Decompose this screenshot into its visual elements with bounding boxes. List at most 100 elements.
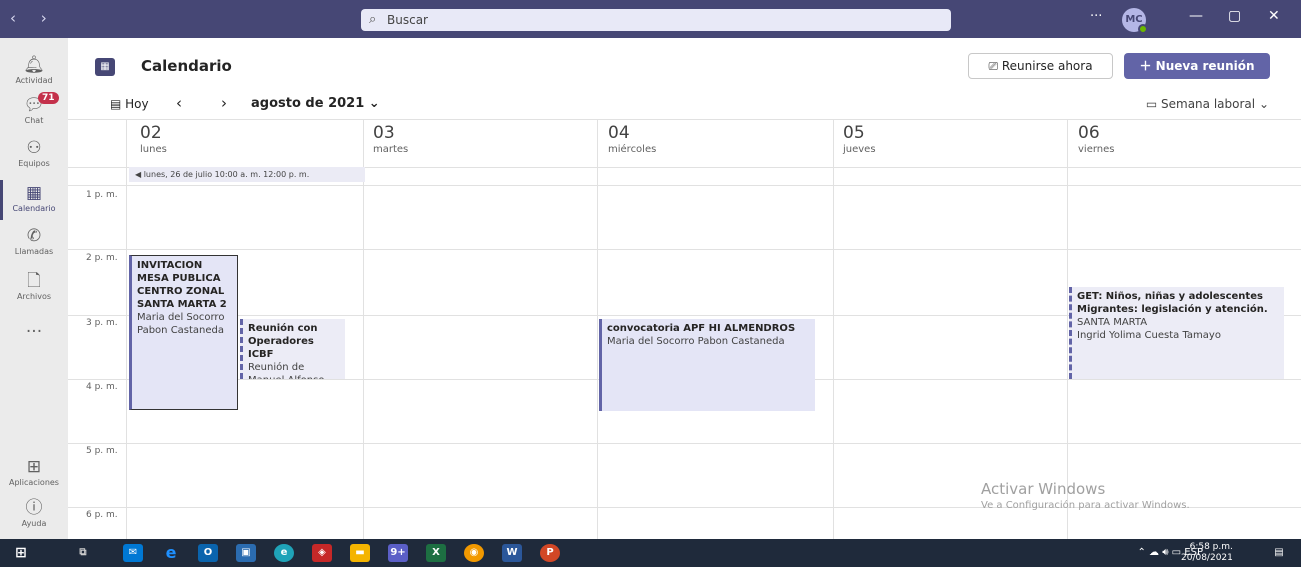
week-grid: 02 lunes 03 martes 04 miércoles 05 jueves 06… <box>68 119 1301 539</box>
rail-item-ayuda[interactable]: ⓘ Ayuda <box>0 493 68 539</box>
day-number: 04 <box>608 123 630 143</box>
watermark-subtitle: Ve a Configuración para activar Windows. <box>981 500 1190 511</box>
rail-item-more[interactable]: ... <box>0 312 68 358</box>
search-icon: ⌕ <box>369 12 377 27</box>
month-label: agosto de 2021 <box>251 96 365 111</box>
edge-icon[interactable]: e <box>274 544 294 562</box>
event-title: GET: Niños, niñas y adolescentes Migrant… <box>1077 291 1268 315</box>
event-card[interactable]: Reunión con Operadores ICBF Reunión de M… <box>240 319 345 379</box>
close-button[interactable]: ✕ <box>1268 8 1280 24</box>
day-number: 02 <box>140 123 162 143</box>
rail-label: Aplicaciones <box>9 478 59 487</box>
clock-time: 6:58 p.m. <box>1189 542 1233 552</box>
teams-icon: ⚇ <box>26 138 42 158</box>
help-icon: ⓘ <box>25 498 43 518</box>
day-number: 05 <box>843 123 865 143</box>
minimize-button[interactable]: — <box>1189 8 1203 24</box>
windows-start-icon[interactable]: ⊞ <box>11 544 31 562</box>
rail-label: Actividad <box>15 76 53 85</box>
rail-item-calendario[interactable]: ▦ Calendario <box>0 178 68 224</box>
day-name: viernes <box>1078 144 1115 155</box>
apps-icon: ⊞ <box>26 457 42 477</box>
security-app-icon[interactable]: ◈ <box>312 544 332 562</box>
next-week-button[interactable]: › <box>221 94 227 112</box>
previous-week-button[interactable]: ‹ <box>176 94 182 112</box>
hour-label: 5 p. m. <box>86 446 118 456</box>
day-header-tue[interactable]: 03 martes <box>373 123 408 155</box>
edge-legacy-icon[interactable]: e <box>161 544 181 562</box>
chat-badge: 71 <box>38 92 59 104</box>
clock[interactable]: 6:58 p.m. 20/08/2021 <box>1181 542 1233 564</box>
calendar-icon: ▦ <box>25 183 43 203</box>
today-button[interactable]: ▤ Hoy <box>110 97 149 111</box>
plus-icon: ＋ <box>1139 59 1156 73</box>
phone-icon: ✆ <box>26 226 42 246</box>
rail-item-llamadas[interactable]: ✆ Llamadas <box>0 221 68 267</box>
rail-item-equipos[interactable]: ⚇ Equipos <box>0 133 68 179</box>
day-header-wed[interactable]: 04 miércoles <box>608 123 656 155</box>
clock-date: 20/08/2021 <box>1181 553 1233 563</box>
meet-now-button[interactable]: ⎚ Reunirse ahora <box>968 53 1113 79</box>
rail-item-archivos[interactable]: 🗋︎ Archivos <box>0 266 68 312</box>
more-icon: ... <box>25 317 43 337</box>
teams-taskbar-icon[interactable]: 9+ <box>388 544 408 562</box>
rail-item-chat[interactable]: 💬︎ Chat 71 <box>0 90 68 136</box>
day-name: miércoles <box>608 144 657 155</box>
notifications-icon[interactable]: ▤ <box>1269 544 1289 562</box>
search-placeholder: Buscar <box>387 13 428 27</box>
banner-text: lunes, 26 de julio 10:00 a. m. 12:00 p. … <box>143 170 310 179</box>
event-title: INVITACION MESA PUBLICA CENTRO ZONAL SAN… <box>137 260 227 310</box>
arrow-left-icon: ◀ <box>135 170 144 179</box>
excel-icon[interactable]: X <box>426 544 446 562</box>
activation-watermark: Activar Windows Ve a Configuración para … <box>981 480 1190 511</box>
outlook-icon[interactable]: O <box>198 544 218 562</box>
rail-label: Calendario <box>12 204 56 213</box>
task-view-icon[interactable]: ⧉ <box>73 544 93 562</box>
new-meeting-label: Nueva reunión <box>1155 59 1255 73</box>
view-icon: ▭ <box>1145 97 1162 111</box>
day-header-mon[interactable]: 02 lunes <box>140 123 167 155</box>
title-bar: ‹ › ⌕ Buscar ··· MC — ▢ ✕ <box>0 0 1301 38</box>
page-title: Calendario <box>141 57 232 75</box>
month-picker[interactable]: agosto de 2021 ⌄ <box>251 96 380 111</box>
event-card[interactable]: GET: Niños, niñas y adolescentes Migrant… <box>1069 287 1284 379</box>
day-header-thu[interactable]: 05 jueves <box>843 123 876 155</box>
avatar[interactable]: MC <box>1122 8 1148 34</box>
remote-desktop-icon[interactable]: ▣ <box>236 544 256 562</box>
search-input[interactable]: ⌕ Buscar <box>361 9 951 31</box>
presence-available-icon <box>1138 24 1148 34</box>
day-number: 06 <box>1078 123 1100 143</box>
event-organizer: Ingrid Yolima Cuesta Tamayo <box>1077 330 1221 341</box>
mail-app-icon[interactable]: ✉ <box>123 544 143 562</box>
event-card[interactable]: convocatoria APF HI ALMENDROS Maria del … <box>599 319 815 411</box>
rail-label: Ayuda <box>21 519 47 528</box>
chevron-down-icon: ⌄ <box>1258 97 1269 111</box>
view-label: Semana laboral <box>1161 97 1256 111</box>
rail-label: Llamadas <box>14 247 54 256</box>
event-title: Reunión con Operadores ICBF <box>248 323 318 360</box>
view-selector[interactable]: ▭ Semana laboral ⌄ <box>1146 97 1269 111</box>
hour-label: 3 p. m. <box>86 318 118 328</box>
new-meeting-button[interactable]: ＋ Nueva reunión <box>1124 53 1270 79</box>
file-explorer-icon[interactable]: ▬ <box>350 544 370 562</box>
powerpoint-icon[interactable]: P <box>540 544 560 562</box>
day-name: jueves <box>843 144 876 155</box>
more-options-button[interactable]: ··· <box>1090 9 1102 24</box>
video-icon: ⎚ <box>988 59 1002 73</box>
calendar-toolbar: ▤ Hoy ‹ › agosto de 2021 ⌄ ▭ Semana labo… <box>68 91 1301 119</box>
windows-taskbar: ⊞ ⧉ ✉ e O ▣ e ◈ ▬ 9+ X ◉ W P ⌃ ☁ 🔊︎ ▭ ES… <box>0 539 1301 567</box>
event-card[interactable]: INVITACION MESA PUBLICA CENTRO ZONAL SAN… <box>129 255 238 410</box>
event-title: convocatoria APF HI ALMENDROS <box>607 323 796 334</box>
maximize-button[interactable]: ▢ <box>1228 8 1241 24</box>
word-icon[interactable]: W <box>502 544 522 562</box>
day-number: 03 <box>373 123 395 143</box>
rail-item-aplicaciones[interactable]: ⊞ Aplicaciones <box>0 452 68 498</box>
day-header-fri[interactable]: 06 viernes <box>1078 123 1114 155</box>
history-nav[interactable]: ‹ › <box>10 9 57 27</box>
event-organizer: Reunión de Manuel Alfonso <box>248 362 324 379</box>
event-organizer: Maria del Socorro Pabon Castaneda <box>607 336 785 347</box>
calendar-app-icon: ▦ <box>95 58 115 76</box>
chrome-icon[interactable]: ◉ <box>464 544 484 562</box>
rail-label: Archivos <box>16 292 52 301</box>
previous-event-banner[interactable]: ◀ lunes, 26 de julio 10:00 a. m. 12:00 p… <box>129 167 365 182</box>
